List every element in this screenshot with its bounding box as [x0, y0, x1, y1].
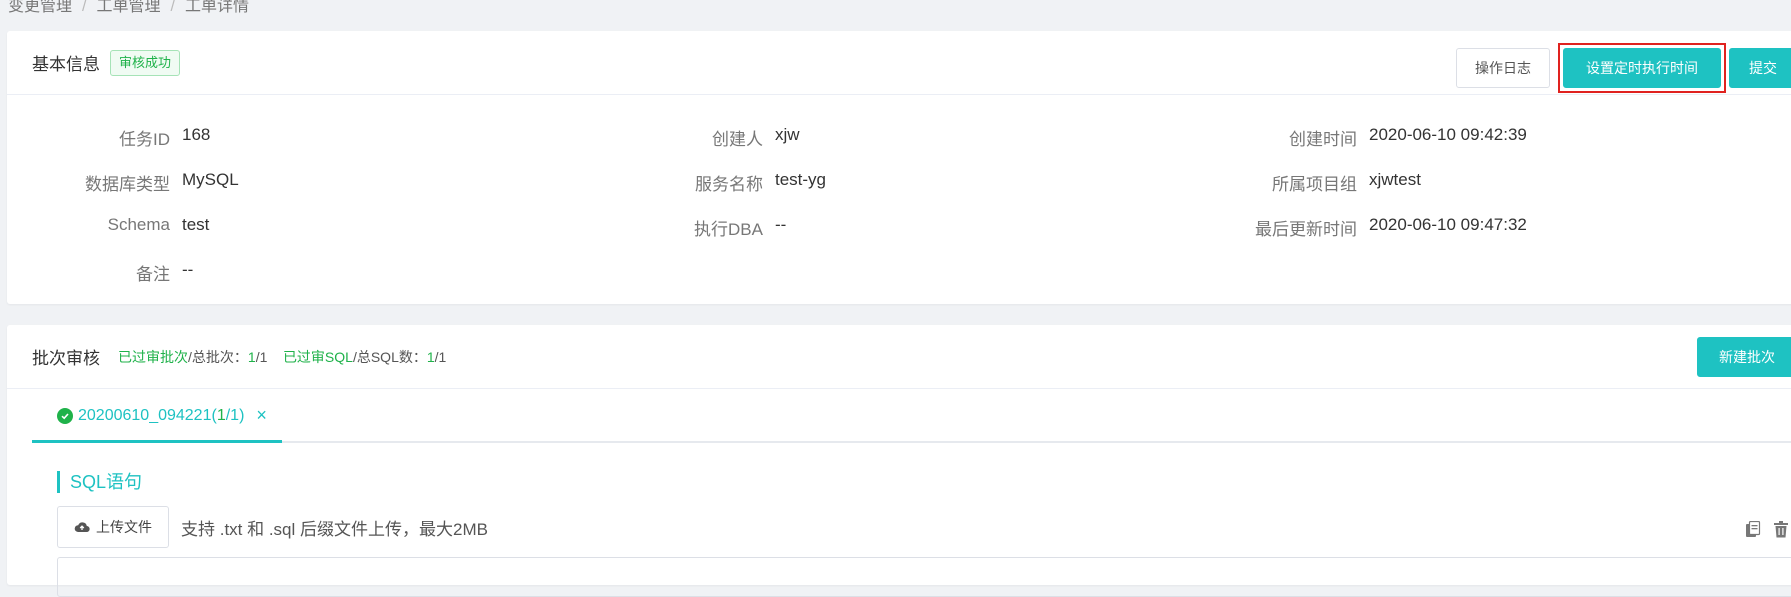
info-row: 数据库类型 MySQL 服务名称 test-yg 所属项目组 xjwtest [7, 170, 1791, 194]
highlight-box: 设置定时执行时间 [1558, 43, 1726, 93]
dba-value: -- [775, 215, 787, 234]
editor-tools [1745, 521, 1789, 538]
new-batch-button[interactable]: 新建批次 [1697, 337, 1791, 377]
updated-at-value: 2020-06-10 09:47:32 [1369, 215, 1527, 234]
created-at-value: 2020-06-10 09:42:39 [1369, 125, 1527, 144]
stat-sep: /总批次： [188, 348, 248, 365]
tab-label: 20200610_094221(1/1) [78, 407, 244, 425]
stat-passed: 1 [247, 348, 256, 365]
stat-sep: /总SQL数： [352, 348, 427, 365]
service-value: test-yg [775, 170, 827, 189]
tab-label-prefix: 20200610_094221( [78, 406, 217, 424]
info-grid: 任务ID 168 创建人 xjw 创建时间 2020-06-10 09:42:3… [7, 95, 1791, 303]
batch-stats: 已过审批次/总批次：1/1 已过审SQL/总SQL数：1/1 [118, 347, 446, 367]
field-label: 所属项目组 [1272, 175, 1357, 194]
upload-button-label: 上传文件 [96, 519, 152, 535]
tab-label-suffix: /1) [225, 406, 245, 424]
info-row: 备注 -- [7, 260, 1791, 284]
upload-row: 上传文件 支持 .txt 和 .sql 后缀文件上传，最大2MB [57, 506, 488, 548]
batch-review-card: 批次审核 已过审批次/总批次：1/1 已过审SQL/总SQL数：1/1 新建批次… [7, 325, 1791, 597]
copy-icon[interactable] [1745, 521, 1761, 538]
cloud-upload-icon [74, 522, 90, 533]
trash-icon[interactable] [1773, 521, 1789, 538]
creator-value: xjw [775, 125, 800, 144]
field-label: 创建时间 [1289, 130, 1357, 149]
section-title: 基本信息 [32, 55, 100, 74]
upload-hint: 支持 .txt 和 .sql 后缀文件上传，最大2MB [181, 519, 488, 539]
basic-info-card: 基本信息 审核成功 操作日志 设置定时执行时间 提交 任务ID 168 创建人 … [7, 31, 1791, 304]
breadcrumb-item-current: 工单详情 [184, 0, 249, 15]
field-label: 最后更新时间 [1255, 220, 1357, 239]
batch-actions: 新建批次 [1697, 337, 1791, 377]
field-label: 创建人 [712, 130, 763, 149]
breadcrumb-separator: / [170, 0, 175, 15]
batch-header: 批次审核 已过审批次/总批次：1/1 已过审SQL/总SQL数：1/1 新建批次 [7, 325, 1791, 389]
task-id-value: 168 [182, 125, 211, 144]
stat-passed: 1 [426, 348, 435, 365]
schema-value: test [182, 215, 210, 234]
operation-log-button[interactable]: 操作日志 [1456, 48, 1550, 88]
breadcrumb-item[interactable]: 变更管理 [8, 0, 72, 15]
info-row: 任务ID 168 创建人 xjw 创建时间 2020-06-10 09:42:3… [7, 125, 1791, 149]
header-actions: 操作日志 设置定时执行时间 提交 [1456, 43, 1791, 93]
breadcrumb-item[interactable]: 工单管理 [96, 0, 160, 15]
stat-label: 已过审批次 [118, 348, 188, 365]
field-label: 执行DBA [694, 220, 763, 239]
check-circle-icon [57, 407, 73, 424]
breadcrumb: 变更管理 / 工单管理 / 工单详情 [8, 0, 249, 16]
field-label: 备注 [136, 265, 170, 284]
set-schedule-button[interactable]: 设置定时执行时间 [1563, 48, 1721, 88]
tab-batch-20200610[interactable]: 20200610_094221(1/1) × [32, 391, 282, 443]
stat-label: 已过审SQL [282, 348, 353, 365]
sql-heading: SQL语句 [57, 471, 142, 493]
stat-total: /1 [255, 348, 268, 365]
tab-label-passed: 1 [216, 406, 226, 424]
batch-tabs: 20200610_094221(1/1) × [32, 391, 1791, 443]
status-badge: 审核成功 [110, 49, 181, 76]
breadcrumb-separator: / [82, 0, 87, 15]
section-title: 批次审核 [32, 349, 100, 368]
submit-button[interactable]: 提交 [1729, 48, 1791, 88]
close-icon[interactable]: × [256, 405, 267, 426]
field-label: 数据库类型 [85, 175, 170, 194]
sql-editor[interactable] [57, 557, 1791, 597]
remark-value: -- [182, 260, 194, 279]
field-label: 服务名称 [695, 175, 763, 194]
field-label: Schema [107, 215, 170, 234]
upload-file-button[interactable]: 上传文件 [57, 506, 169, 548]
field-label: 任务ID [119, 130, 170, 149]
info-row: Schema test 执行DBA -- 最后更新时间 2020-06-10 0… [7, 215, 1791, 239]
project-value: xjwtest [1369, 170, 1421, 189]
stat-total: /1 [434, 348, 447, 365]
db-type-value: MySQL [182, 170, 239, 189]
basic-info-header: 基本信息 审核成功 操作日志 设置定时执行时间 提交 [7, 31, 1791, 95]
